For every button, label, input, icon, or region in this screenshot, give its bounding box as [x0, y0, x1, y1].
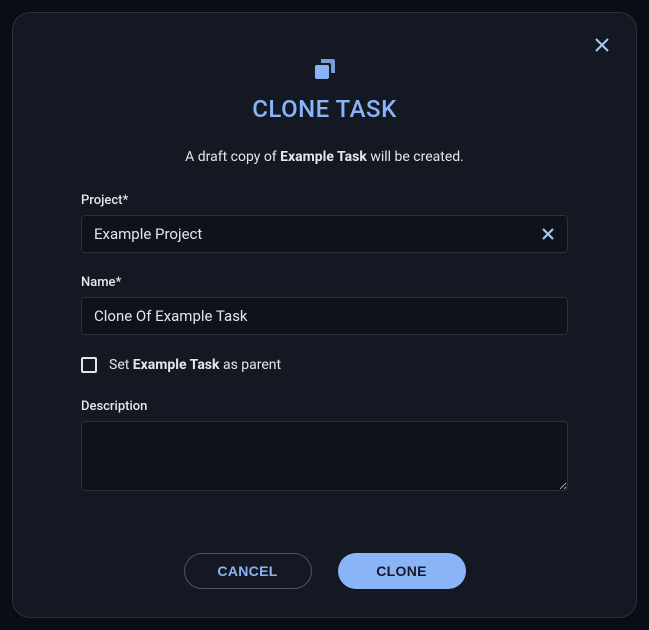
project-clear-button[interactable]	[538, 224, 558, 244]
parent-checkbox[interactable]	[81, 357, 97, 373]
description-field-group: Description	[81, 399, 568, 495]
close-icon	[594, 37, 610, 53]
name-label: Name*	[81, 275, 568, 290]
cancel-button[interactable]: CANCEL	[184, 553, 312, 589]
checkbox-prefix: Set	[109, 357, 133, 373]
checkbox-suffix: as parent	[219, 357, 281, 373]
clone-button[interactable]: CLONE	[338, 553, 466, 589]
project-input[interactable]	[81, 215, 568, 253]
clone-task-dialog: CLONE TASK A draft copy of Example Task …	[12, 12, 637, 618]
close-button[interactable]	[590, 33, 614, 57]
parent-checkbox-row: Set Example Task as parent	[81, 357, 568, 373]
subtitle-task-name: Example Task	[280, 149, 367, 165]
parent-checkbox-label: Set Example Task as parent	[109, 357, 281, 373]
dialog-buttons: CANCEL CLONE	[49, 533, 600, 589]
name-field-group: Name*	[81, 275, 568, 335]
checkbox-task-name: Example Task	[133, 357, 220, 373]
dialog-title: CLONE TASK	[49, 95, 600, 123]
project-label: Project*	[81, 193, 568, 208]
description-input[interactable]	[81, 421, 568, 491]
subtitle-suffix: will be created.	[367, 149, 464, 165]
clone-icon	[49, 53, 600, 85]
name-input[interactable]	[81, 297, 568, 335]
description-label: Description	[81, 399, 568, 414]
x-icon	[541, 227, 555, 241]
dialog-subtitle: A draft copy of Example Task will be cre…	[49, 149, 600, 165]
subtitle-prefix: A draft copy of	[185, 149, 280, 165]
project-field-group: Project*	[81, 193, 568, 253]
